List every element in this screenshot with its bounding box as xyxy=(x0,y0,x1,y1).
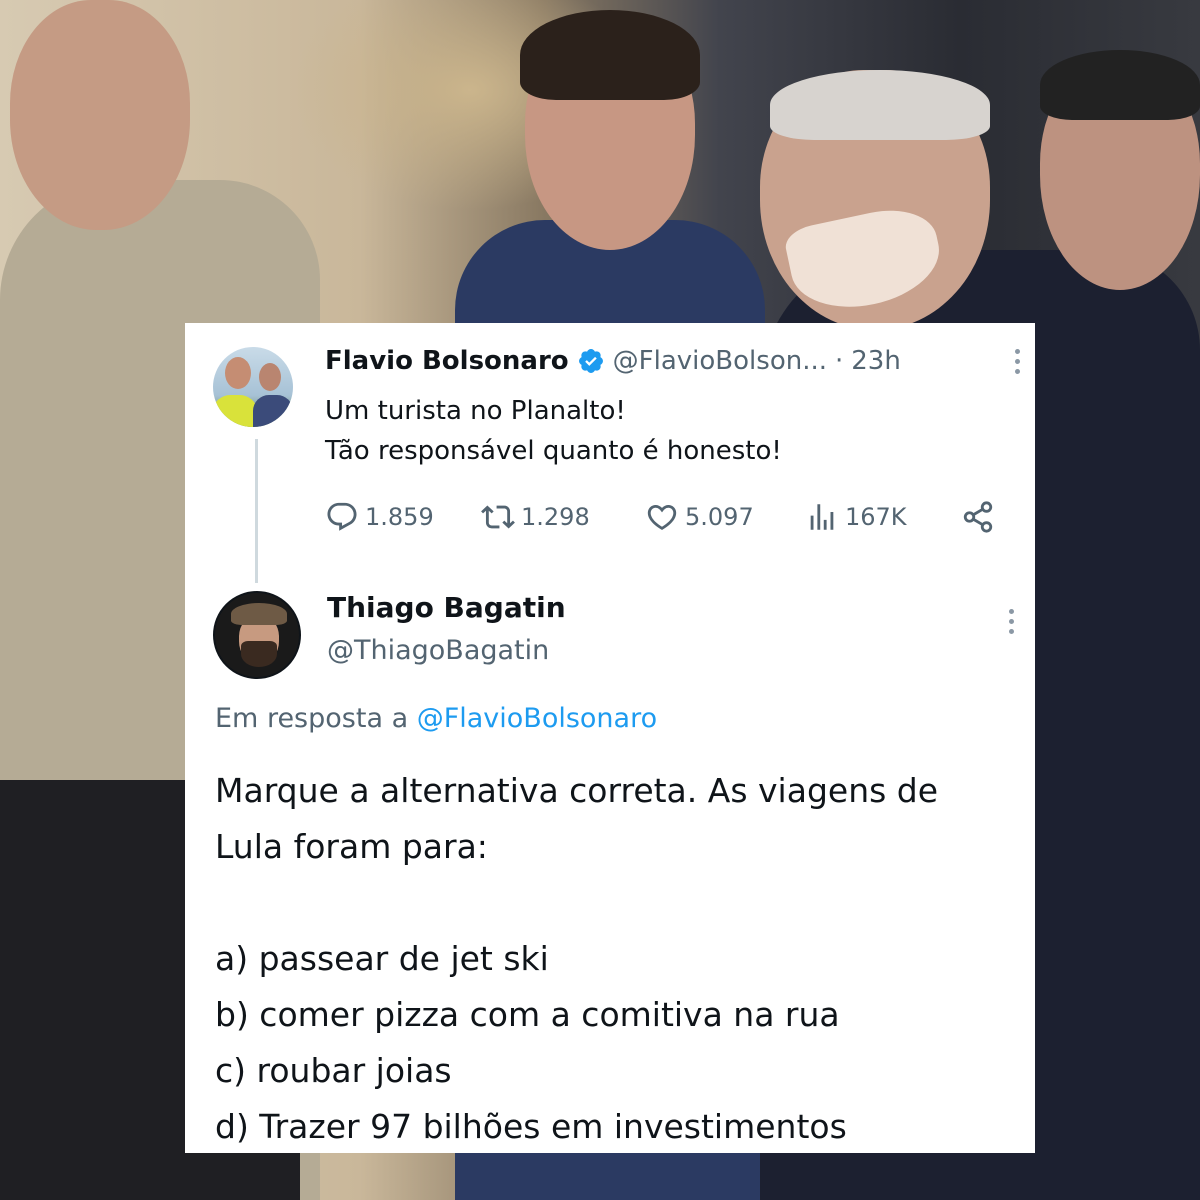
photo-person-center-hair xyxy=(520,10,700,100)
reply-icon xyxy=(327,502,357,531)
photo-person-far-right-hair xyxy=(1040,50,1200,120)
like-icon xyxy=(647,504,677,530)
tweet2-option-b: b) comer pizza com a comitiva na rua xyxy=(215,995,840,1034)
tweet2-line: Marque a alternativa correta. As viagens… xyxy=(215,771,939,810)
tweet1-actions: 1.859 1.298 5.097 167K xyxy=(325,495,1005,539)
replying-mention-link[interactable]: @FlavioBolsonaro xyxy=(417,703,657,734)
tweet-thread-card: Flavio Bolsonaro @FlavioBolson... · 23h … xyxy=(185,323,1035,1153)
dot xyxy=(1008,629,1014,634)
retweet-count: 1.298 xyxy=(521,503,590,531)
avatar-flavio[interactable] xyxy=(213,347,293,427)
views-count: 167K xyxy=(845,503,907,531)
tweet2-handle[interactable]: @ThiagoBagatin xyxy=(327,635,549,666)
tweet1-line: Um turista no Planalto! xyxy=(325,396,626,426)
dot xyxy=(1014,359,1020,364)
avatar-figure xyxy=(259,363,281,391)
avatar-figure xyxy=(213,395,257,427)
like-count: 5.097 xyxy=(685,503,754,531)
tweet2-option-c: c) roubar joias xyxy=(215,1051,452,1090)
avatar-figure xyxy=(231,603,287,625)
tweet2-text: Marque a alternativa correta. As viagens… xyxy=(215,763,1015,1155)
tweet1-header: Flavio Bolsonaro @FlavioBolson... · 23h xyxy=(325,343,901,379)
dot xyxy=(1014,349,1020,354)
avatar-figure xyxy=(241,641,277,667)
tweet1-line: Tão responsável quanto é honesto! xyxy=(325,436,782,466)
dot xyxy=(1008,619,1014,624)
dot xyxy=(1014,369,1020,374)
avatar-figure xyxy=(225,357,251,389)
thread-connector-line xyxy=(255,439,258,583)
tweet2-line: Lula foram para: xyxy=(215,827,488,866)
tweet1-handle[interactable]: @FlavioBolson... xyxy=(613,346,827,376)
tweet1-more-icon[interactable] xyxy=(1013,349,1021,374)
retweet-button[interactable]: 1.298 xyxy=(481,495,590,539)
like-button[interactable]: 5.097 xyxy=(645,495,754,539)
tweet1-timestamp[interactable]: 23h xyxy=(851,346,901,376)
photo-person-left-head xyxy=(10,0,190,230)
reply-button[interactable]: 1.859 xyxy=(325,495,434,539)
dot xyxy=(1008,609,1014,614)
photo-person-right-hair xyxy=(770,70,990,140)
tweet1-separator: · xyxy=(835,346,844,376)
reply-count: 1.859 xyxy=(365,503,434,531)
tweet2-blank-line xyxy=(215,875,1015,931)
verified-badge-icon xyxy=(578,349,603,373)
tweet2-option-d: d) Trazer 97 bilhões em investimentos xyxy=(215,1107,847,1146)
tweet2-more-icon[interactable] xyxy=(1007,609,1015,634)
avatar-thiago[interactable] xyxy=(213,591,301,679)
tweet2-option-a: a) passear de jet ski xyxy=(215,939,549,978)
tweet1-text: Um turista no Planalto! Tão responsável … xyxy=(325,391,1005,471)
share-icon xyxy=(963,501,993,533)
tweet2-author-name[interactable]: Thiago Bagatin xyxy=(327,591,566,624)
avatar-figure xyxy=(253,395,293,427)
tweet1-author-name[interactable]: Flavio Bolsonaro xyxy=(325,346,569,376)
retweet-icon xyxy=(481,505,515,529)
views-icon xyxy=(810,504,834,530)
views-button[interactable]: 167K xyxy=(805,495,907,539)
replying-to: Em resposta a @FlavioBolsonaro xyxy=(215,703,657,734)
share-button[interactable] xyxy=(961,495,995,539)
replying-prefix: Em resposta a xyxy=(215,703,409,734)
